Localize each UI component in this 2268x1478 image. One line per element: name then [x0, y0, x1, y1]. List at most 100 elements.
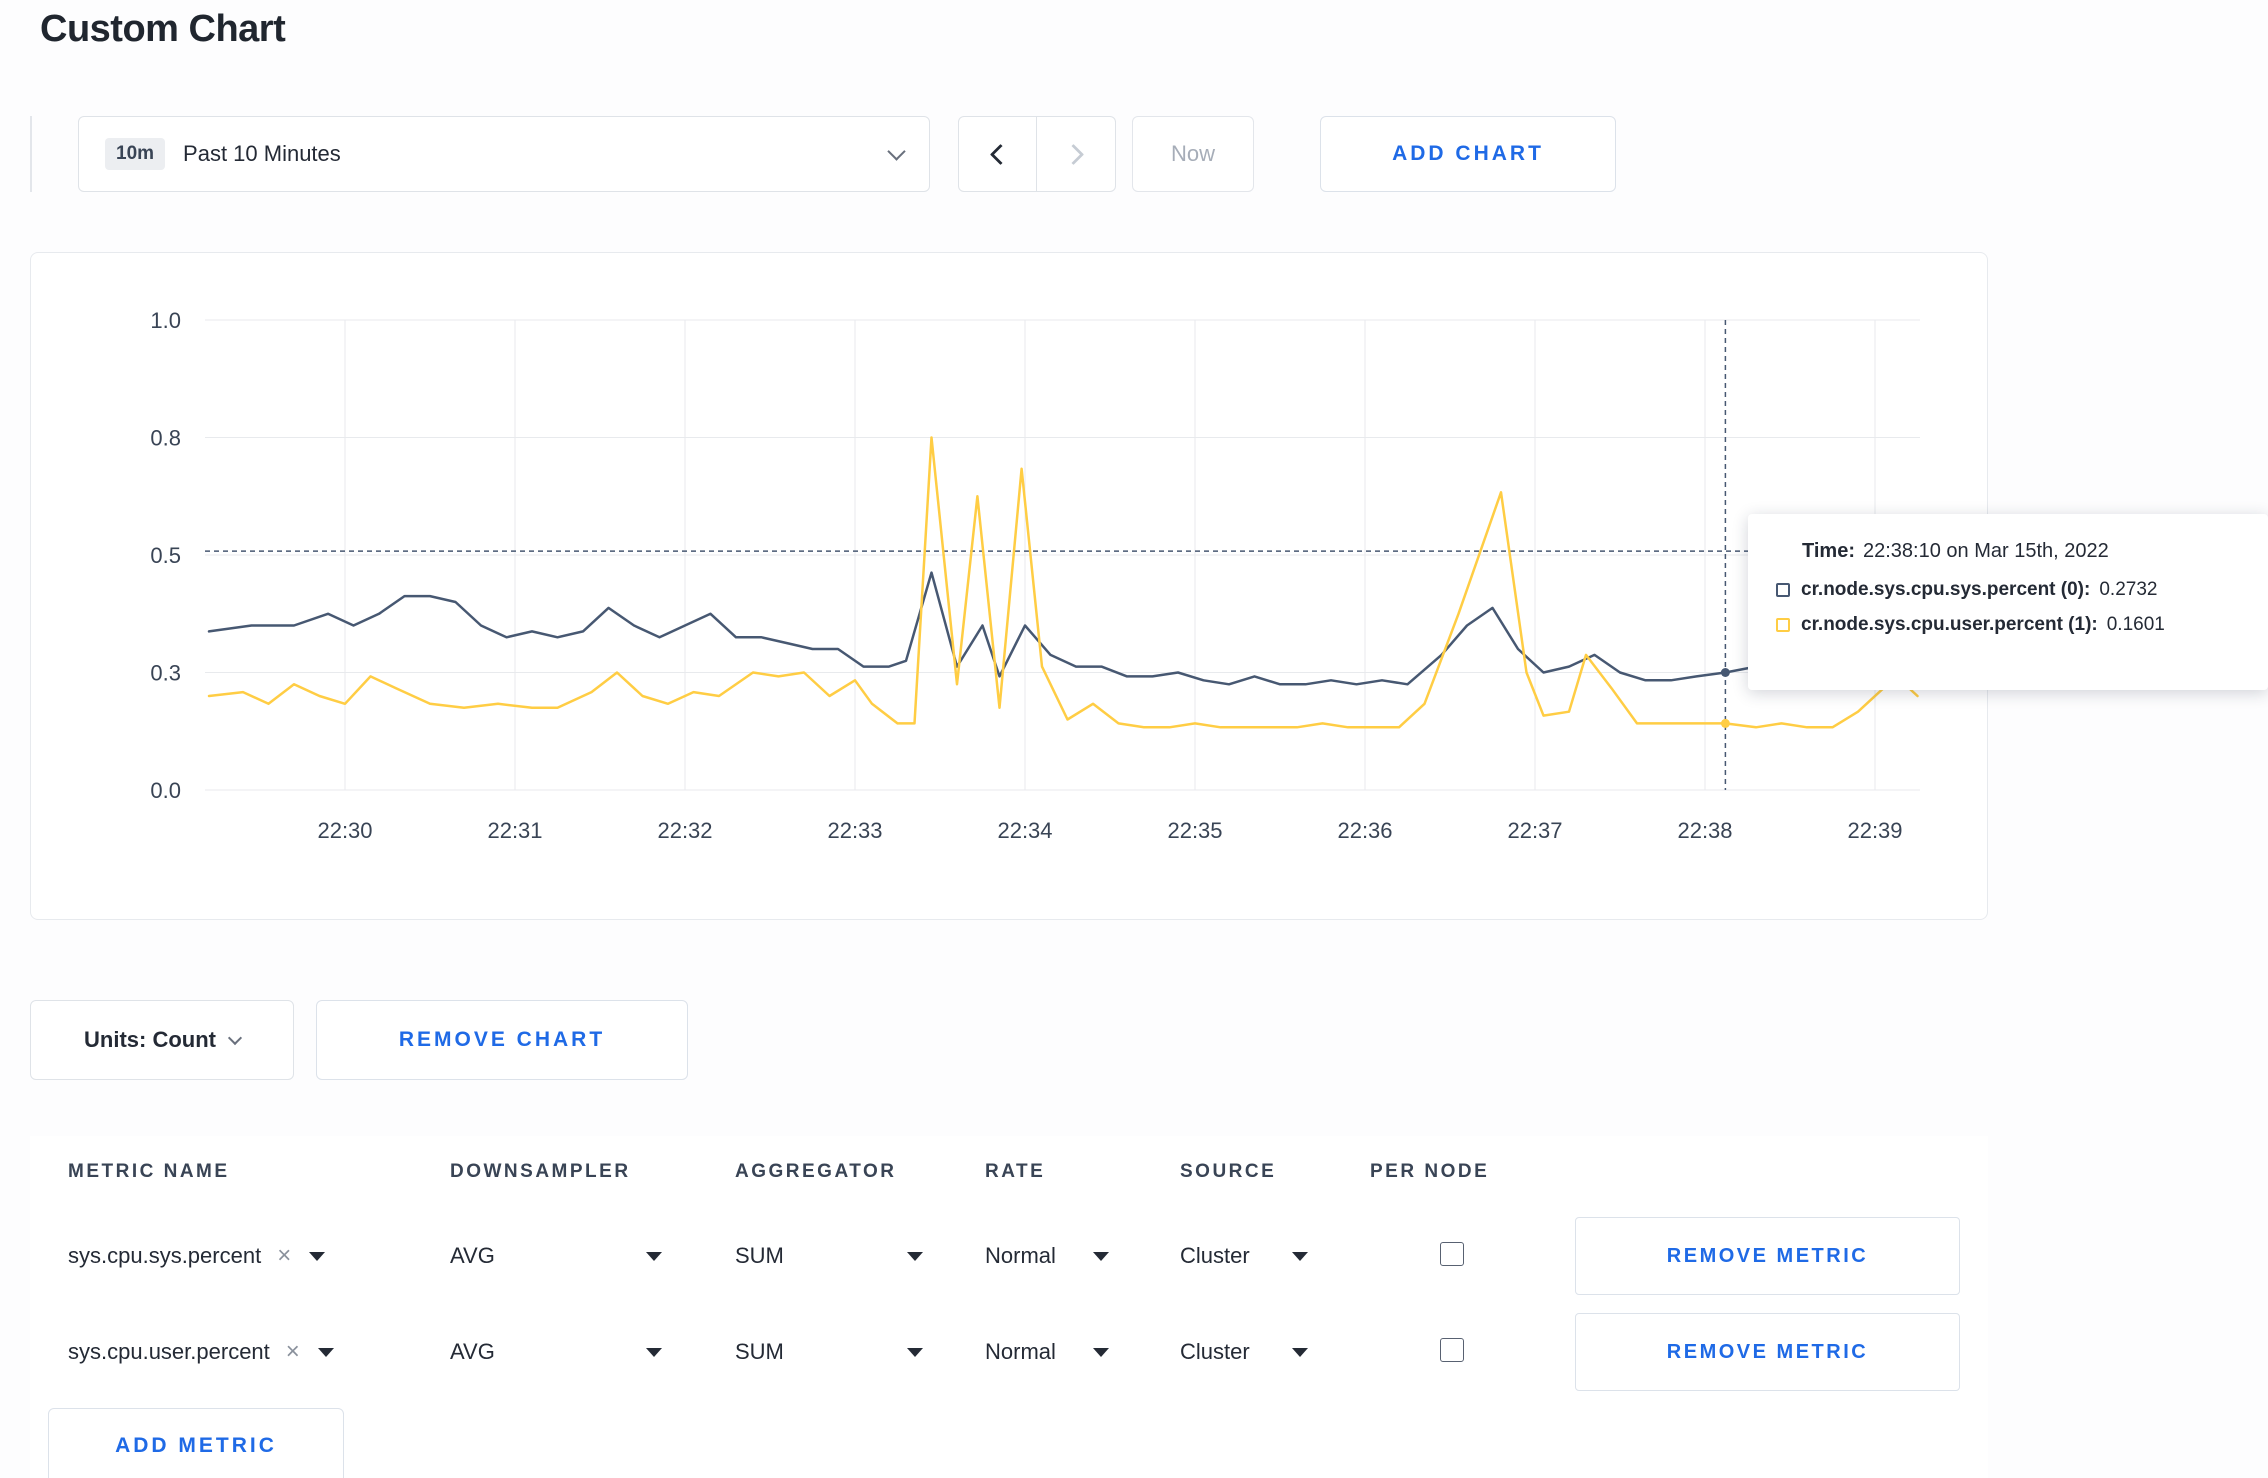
- caret-down-icon: [1093, 1251, 1109, 1261]
- time-range-dropdown[interactable]: 10m Past 10 Minutes: [78, 116, 930, 192]
- metric-name-select[interactable]: sys.cpu.user.percent ×: [68, 1339, 450, 1365]
- metrics-table-header: METRIC NAME DOWNSAMPLER AGGREGATOR RATE …: [30, 1136, 1988, 1208]
- tooltip-series-row: cr.node.sys.cpu.sys.percent (0): 0.2732: [1776, 579, 2268, 601]
- chart-hover-marker: [1720, 718, 1730, 728]
- series-swatch-icon: [1776, 618, 1790, 632]
- chart-hover-marker: [1720, 668, 1730, 677]
- header-per-node: PER NODE: [1370, 1161, 1490, 1182]
- caret-down-icon: [646, 1251, 662, 1261]
- svg-text:0.3: 0.3: [150, 661, 181, 686]
- downsampler-select[interactable]: AVG: [450, 1243, 662, 1269]
- actions-cell: REMOVE METRIC: [1560, 1217, 1988, 1295]
- svg-text:0.8: 0.8: [150, 426, 181, 451]
- per-node-checkbox[interactable]: [1440, 1337, 1464, 1362]
- svg-text:22:30: 22:30: [317, 818, 372, 843]
- svg-text:22:31: 22:31: [487, 818, 542, 843]
- svg-text:22:38: 22:38: [1677, 818, 1732, 843]
- per-node-checkbox[interactable]: [1440, 1241, 1464, 1266]
- actions-cell: REMOVE METRIC: [1560, 1313, 1988, 1391]
- svg-text:1.0: 1.0: [150, 308, 181, 333]
- remove-chart-button[interactable]: REMOVE CHART: [316, 1000, 688, 1080]
- rate-value: Normal: [985, 1339, 1056, 1364]
- tooltip-series-value: 0.2732: [2099, 579, 2158, 600]
- caret-down-icon: [309, 1251, 326, 1261]
- header-aggregator: AGGREGATOR: [735, 1161, 897, 1182]
- tooltip-time-label: Time:: [1802, 540, 1855, 562]
- tooltip-series-label: cr.node.sys.cpu.user.percent (1):: [1801, 614, 2098, 635]
- svg-text:22:39: 22:39: [1847, 818, 1902, 843]
- caret-down-icon: [1292, 1347, 1308, 1357]
- header-rate: RATE: [985, 1161, 1046, 1182]
- aggregator-value: SUM: [735, 1243, 784, 1268]
- add-chart-button[interactable]: ADD CHART: [1320, 116, 1616, 192]
- rate-select[interactable]: Normal: [985, 1243, 1109, 1269]
- caret-down-icon: [317, 1347, 334, 1357]
- page-title: Custom Chart: [40, 8, 286, 50]
- clear-icon[interactable]: ×: [277, 1244, 291, 1268]
- tooltip-series-value: 0.1601: [2106, 614, 2165, 635]
- chevron-left-icon: [989, 143, 1012, 165]
- clear-icon[interactable]: ×: [286, 1340, 300, 1364]
- remove-metric-button[interactable]: REMOVE METRIC: [1575, 1217, 1960, 1295]
- units-label: Units: Count: [84, 1027, 216, 1052]
- source-select[interactable]: Cluster: [1180, 1339, 1308, 1365]
- metrics-table: METRIC NAME DOWNSAMPLER AGGREGATOR RATE …: [30, 1136, 1988, 1478]
- chart-card: 0.0 0.3 0.5 0.8 1.0 22:30 22:31 22:32 22:33 22:34…: [30, 252, 1988, 920]
- now-button[interactable]: Now: [1132, 116, 1254, 192]
- svg-text:0.0: 0.0: [150, 778, 181, 803]
- downsampler-value: AVG: [450, 1339, 495, 1364]
- tooltip-time-row: Time: 22:38:10 on Mar 15th, 2022: [1802, 540, 2268, 563]
- aggregator-select[interactable]: SUM: [735, 1243, 923, 1269]
- tooltip-series-row: cr.node.sys.cpu.user.percent (1): 0.1601: [1776, 614, 2268, 636]
- tooltip-series-label: cr.node.sys.cpu.sys.percent (0):: [1801, 579, 2091, 600]
- time-next-button[interactable]: [1037, 116, 1116, 192]
- time-nav-group: [958, 116, 1116, 192]
- metric-name-value: sys.cpu.user.percent: [68, 1339, 270, 1364]
- caret-down-icon: [1093, 1347, 1109, 1357]
- chart-axis-labels: 0.0 0.3 0.5 0.8 1.0 22:30 22:31 22:32 22:33 22:34…: [150, 308, 1902, 843]
- chevron-down-icon: [887, 141, 906, 161]
- aggregator-select[interactable]: SUM: [735, 1339, 923, 1365]
- time-range-badge: 10m: [105, 138, 166, 170]
- series-swatch-icon: [1776, 583, 1790, 597]
- table-row: sys.cpu.sys.percent × AVG SUM Normal Clu…: [30, 1208, 1988, 1304]
- time-range-label: Past 10 Minutes: [183, 141, 341, 166]
- svg-text:22:32: 22:32: [657, 818, 712, 843]
- svg-text:22:35: 22:35: [1167, 818, 1222, 843]
- source-select[interactable]: Cluster: [1180, 1243, 1308, 1269]
- caret-down-icon: [907, 1251, 923, 1261]
- chart-tooltip: Time: 22:38:10 on Mar 15th, 2022 cr.node.…: [1748, 514, 2268, 690]
- caret-down-icon: [907, 1347, 923, 1357]
- svg-text:22:34: 22:34: [997, 818, 1052, 843]
- header-downsampler: DOWNSAMPLER: [450, 1161, 631, 1182]
- svg-text:22:36: 22:36: [1337, 818, 1392, 843]
- rate-value: Normal: [985, 1243, 1056, 1268]
- per-node-cell: [1370, 1337, 1560, 1367]
- table-row: sys.cpu.user.percent × AVG SUM Normal Cl…: [30, 1304, 1988, 1400]
- metric-name-select[interactable]: sys.cpu.sys.percent ×: [68, 1243, 450, 1269]
- downsampler-select[interactable]: AVG: [450, 1339, 662, 1365]
- remove-metric-button[interactable]: REMOVE METRIC: [1575, 1313, 1960, 1391]
- time-prev-button[interactable]: [958, 116, 1037, 192]
- source-value: Cluster: [1180, 1339, 1250, 1364]
- caret-down-icon: [646, 1347, 662, 1357]
- chart-gridlines: [205, 319, 1920, 791]
- custom-chart-page: Custom Chart 10m Past 10 Minutes Now ADD…: [0, 0, 2268, 1478]
- chart-svg[interactable]: 0.0 0.3 0.5 0.8 1.0 22:30 22:31 22:32 22:33 22:34…: [31, 253, 1987, 917]
- per-node-cell: [1370, 1241, 1560, 1271]
- tooltip-time-value: 22:38:10 on Mar 15th, 2022: [1862, 540, 2109, 562]
- rate-select[interactable]: Normal: [985, 1339, 1109, 1365]
- chart-series-line: [207, 571, 1919, 686]
- add-metric-button[interactable]: ADD METRIC: [48, 1408, 344, 1478]
- svg-text:0.5: 0.5: [150, 543, 181, 568]
- downsampler-value: AVG: [450, 1243, 495, 1268]
- header-metric-name: METRIC NAME: [68, 1161, 230, 1182]
- chevron-down-icon: [227, 1030, 243, 1046]
- svg-text:22:37: 22:37: [1507, 818, 1562, 843]
- source-value: Cluster: [1180, 1243, 1250, 1268]
- toolbar-divider: [30, 116, 32, 192]
- chevron-right-icon: [1062, 143, 1084, 165]
- header-source: SOURCE: [1180, 1161, 1277, 1182]
- svg-text:22:33: 22:33: [827, 818, 882, 843]
- units-dropdown[interactable]: Units: Count: [30, 1000, 294, 1080]
